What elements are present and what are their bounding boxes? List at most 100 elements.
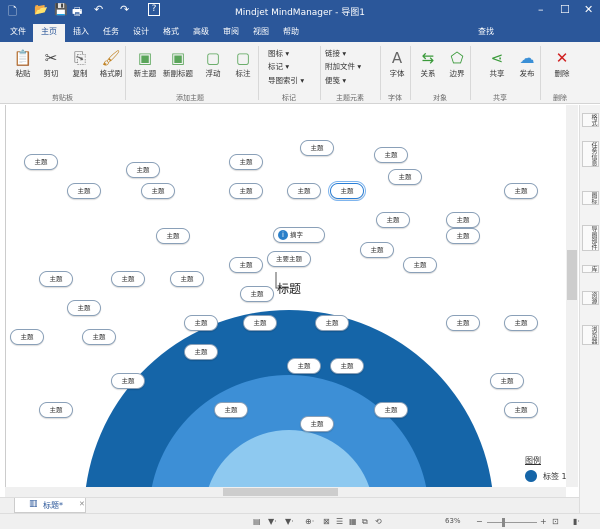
- ribbon-button-3[interactable]: 🖌 格式刷: [96, 48, 126, 79]
- topic[interactable]: 主题: [111, 271, 145, 287]
- close-button[interactable]: ✕: [584, 3, 593, 16]
- topic[interactable]: 主题: [214, 402, 248, 418]
- doc-tab[interactable]: ▥ 标题* ✕: [14, 498, 86, 513]
- ribbon-small-button-0[interactable]: 图标 ▾: [268, 48, 289, 59]
- map-canvas[interactable]: i 摘字 主要主题 标题 图例 标签 1 主题 主题 主题 主题 主题 主题 主题 主题 主题主…: [5, 105, 566, 487]
- side-tab-5[interactable]: 资源: [582, 291, 599, 305]
- topic[interactable]: 主题: [141, 183, 175, 199]
- ribbon-button-12[interactable]: ☁ 发布: [512, 48, 542, 79]
- topic[interactable]: 主题: [446, 315, 480, 331]
- topic[interactable]: 主题: [374, 147, 408, 163]
- tab-help[interactable]: 帮助: [283, 26, 299, 37]
- ribbon-button-6[interactable]: ▢ 浮动: [198, 48, 228, 79]
- topic[interactable]: 主题: [24, 154, 58, 170]
- ribbon-small-button-3[interactable]: 链接 ▾: [325, 48, 346, 59]
- side-tab-0[interactable]: 格式: [582, 113, 599, 127]
- minimize-button[interactable]: –: [538, 3, 544, 16]
- topic[interactable]: 主题: [403, 257, 437, 273]
- zoom-slider[interactable]: [487, 522, 537, 523]
- topic[interactable]: 主题: [126, 162, 160, 178]
- topic[interactable]: 主题: [10, 329, 44, 345]
- topic[interactable]: 主题: [388, 169, 422, 185]
- expand-icon[interactable]: ⊕·: [305, 517, 314, 526]
- ribbon-button-11[interactable]: ⋖ 共享: [482, 48, 512, 79]
- ribbon-button-5[interactable]: ▣ 新副标题: [163, 48, 193, 79]
- panel-toggle-icon[interactable]: ▮·: [573, 517, 580, 526]
- side-tab-4[interactable]: 库: [582, 265, 599, 273]
- maximize-button[interactable]: ☐: [560, 3, 570, 16]
- topic[interactable]: 主题: [184, 315, 218, 331]
- topic[interactable]: 主题: [229, 257, 263, 273]
- ribbon-button-2[interactable]: ⎘ 复制: [65, 48, 95, 79]
- ribbon-small-button-2[interactable]: 导图索引 ▾: [268, 75, 304, 86]
- topic[interactable]: 主题: [330, 358, 364, 374]
- zoom-slider-thumb[interactable]: [502, 518, 505, 527]
- map-view-icon[interactable]: ⊠: [323, 517, 330, 526]
- side-tab-6[interactable]: 浏览器: [582, 325, 599, 345]
- close-tab-icon[interactable]: ✕: [79, 500, 85, 508]
- topic[interactable]: 主题: [504, 315, 538, 331]
- ribbon-small-button-1[interactable]: 标记 ▾: [268, 61, 289, 72]
- ribbon-button-1[interactable]: ✂ 剪切: [36, 48, 66, 79]
- topic[interactable]: 主题: [39, 271, 73, 287]
- layout-icon[interactable]: ▤: [253, 517, 261, 526]
- horizontal-scroll-thumb[interactable]: [223, 488, 338, 496]
- tab-view[interactable]: 视图: [253, 26, 269, 37]
- topic[interactable]: 主题: [39, 402, 73, 418]
- tab-home[interactable]: 主页: [33, 24, 65, 42]
- ribbon-button-8[interactable]: A 字体: [382, 48, 412, 79]
- tab-design[interactable]: 设计: [133, 26, 149, 37]
- topic[interactable]: 主题: [111, 373, 145, 389]
- side-tab-3[interactable]: 导图部件: [582, 225, 599, 251]
- topic[interactable]: 主题: [446, 228, 480, 244]
- sync-icon[interactable]: ⟲: [375, 517, 382, 526]
- zoom-in-button[interactable]: +: [540, 517, 547, 526]
- topic[interactable]: 主题: [287, 358, 321, 374]
- topic[interactable]: 主题: [504, 183, 538, 199]
- tab-task[interactable]: 任务: [103, 26, 119, 37]
- topic[interactable]: 主题: [170, 271, 204, 287]
- ribbon-button-4[interactable]: ▣ 新主题: [130, 48, 160, 79]
- side-tab-2[interactable]: 图标: [582, 191, 599, 205]
- filter-icon[interactable]: ▼·: [268, 517, 277, 526]
- topic[interactable]: 主题: [300, 140, 334, 156]
- filter2-icon[interactable]: ▼·: [285, 517, 294, 526]
- topic[interactable]: 主题: [374, 402, 408, 418]
- ribbon-button-10[interactable]: ⬠ 边界: [442, 48, 472, 79]
- ribbon-button-9[interactable]: ⇆ 关系: [413, 48, 443, 79]
- outline-view-icon[interactable]: ☰: [336, 517, 343, 526]
- callout-topic[interactable]: i 摘字: [273, 227, 325, 243]
- ribbon-small-button-4[interactable]: 附加文件 ▾: [325, 61, 361, 72]
- topic[interactable]: 主题: [184, 344, 218, 360]
- topic[interactable]: 主题: [504, 402, 538, 418]
- topic[interactable]: 主题: [229, 154, 263, 170]
- search-tab[interactable]: 查找: [478, 26, 494, 37]
- topic[interactable]: 主题: [82, 329, 116, 345]
- tab-file[interactable]: 文件: [10, 26, 26, 37]
- gantt-view-icon[interactable]: ▦: [349, 517, 357, 526]
- tab-review[interactable]: 审阅: [223, 26, 239, 37]
- ribbon-button-13[interactable]: ✕ 删除: [547, 48, 577, 79]
- fit-map-icon[interactable]: ⊡: [552, 517, 559, 526]
- central-title[interactable]: 标题: [277, 280, 301, 297]
- topic[interactable]: 主题: [446, 212, 480, 228]
- side-tab-1[interactable]: 任务信息: [582, 141, 599, 167]
- topic[interactable]: 主题: [490, 373, 524, 389]
- topic[interactable]: 主题: [156, 228, 190, 244]
- tab-advanced[interactable]: 高级: [193, 26, 209, 37]
- ribbon-button-0[interactable]: 📋 粘贴: [8, 48, 38, 79]
- topic[interactable]: 主题: [287, 183, 321, 199]
- ribbon-small-button-5[interactable]: 便笺 ▾: [325, 75, 346, 86]
- topic[interactable]: 主题: [67, 183, 101, 199]
- topic[interactable]: 主题: [376, 212, 410, 228]
- topic[interactable]: 主题: [315, 315, 349, 331]
- tab-format[interactable]: 格式: [163, 26, 179, 37]
- vertical-scrollbar[interactable]: [566, 105, 578, 487]
- horizontal-scrollbar[interactable]: [5, 487, 566, 497]
- vertical-scroll-thumb[interactable]: [567, 250, 577, 300]
- topic[interactable]: 主题: [360, 242, 394, 258]
- topic[interactable]: 主题: [328, 181, 366, 201]
- ribbon-button-7[interactable]: ▢ 标注: [228, 48, 258, 79]
- topic[interactable]: 主题: [229, 183, 263, 199]
- zoom-out-button[interactable]: −: [476, 517, 483, 526]
